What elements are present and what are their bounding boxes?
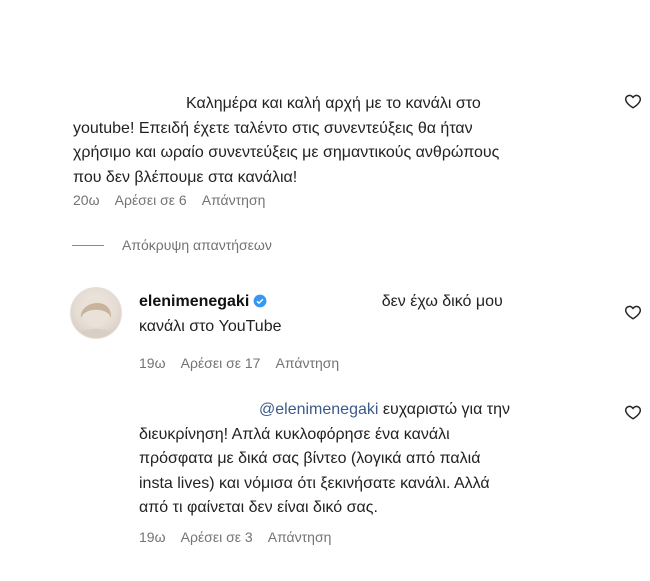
comment-2-reply-button[interactable]: Απάντηση bbox=[276, 355, 340, 371]
comment-3-reply-button[interactable]: Απάντηση bbox=[268, 529, 332, 545]
hide-replies-divider bbox=[72, 245, 104, 246]
like-comment-1[interactable] bbox=[624, 92, 642, 110]
avatar-image bbox=[75, 297, 117, 338]
comment-1-text: Καλημέρα και καλή αρχή με το κανάλι στο … bbox=[0, 92, 610, 190]
comment-3-text: @elenimenegaki ευχαριστώ για την διευκρί… bbox=[0, 398, 610, 521]
comment-3-line: διευκρίνηση! Απλά κυκλοφόρησε ένα κανάλι bbox=[139, 425, 450, 443]
heart-outline-icon bbox=[624, 405, 642, 420]
comment-2-likes[interactable]: Αρέσει σε 17 bbox=[181, 355, 261, 371]
comment-1-line: χρήσιμο και ωραίο συνεντεύξεις με σημαντ… bbox=[73, 144, 500, 161]
comment-3-line: insta lives) και νόμισα ότι ξεκινήσατε κ… bbox=[139, 474, 490, 492]
comment-1-line: Καλημέρα και καλή αρχή με το κανάλι στο bbox=[186, 95, 481, 112]
comment-1-likes[interactable]: Αρέσει σε 6 bbox=[115, 192, 187, 208]
heart-outline-icon bbox=[624, 94, 642, 109]
comment-3-line1-rest: ευχαριστώ για την bbox=[378, 401, 510, 418]
comment-2-meta: 19ω Αρέσει σε 17 Απάντηση bbox=[139, 355, 351, 371]
verified-badge-icon bbox=[253, 294, 267, 308]
username-elenimenegaki[interactable]: elenimenegaki bbox=[139, 293, 249, 310]
comment-2-text: elenimenegaki δεν έχω δικό μου κανάλι στ… bbox=[139, 290, 619, 339]
comment-3-line: πρόσφατα με δικά σας βίντεο (λογικά από … bbox=[139, 450, 481, 467]
comment-1-line: που δεν βλέπουμε στα κανάλια! bbox=[73, 168, 298, 186]
comment-1-meta: 20ω Αρέσει σε 6 Απάντηση bbox=[73, 192, 277, 208]
comment-1-reply-button[interactable]: Απάντηση bbox=[202, 192, 266, 208]
like-comment-2[interactable] bbox=[624, 303, 642, 321]
like-comment-3[interactable] bbox=[624, 403, 642, 421]
comment-3-line: από τι φαίνεται δεν είναι δικό σας. bbox=[139, 499, 378, 516]
comment-2-time: 19ω bbox=[139, 355, 166, 371]
comment-2-line2: κανάλι στο YouTube bbox=[139, 317, 282, 335]
mention-link[interactable]: @elenimenegaki bbox=[259, 401, 378, 418]
comment-3-time: 19ω bbox=[139, 529, 166, 545]
comment-3-meta: 19ω Αρέσει σε 3 Απάντηση bbox=[139, 529, 343, 545]
heart-outline-icon bbox=[624, 305, 642, 320]
comment-1-time: 20ω bbox=[73, 192, 100, 208]
avatar[interactable] bbox=[70, 287, 122, 339]
comment-1-line: youtube! Επειδή έχετε ταλέντο στις συνεν… bbox=[73, 119, 473, 137]
hide-replies-button[interactable]: Απόκρυψη απαντήσεων bbox=[122, 237, 272, 253]
comment-2-text-inline: δεν έχω δικό μου bbox=[381, 293, 503, 310]
comment-3-likes[interactable]: Αρέσει σε 3 bbox=[181, 529, 253, 545]
